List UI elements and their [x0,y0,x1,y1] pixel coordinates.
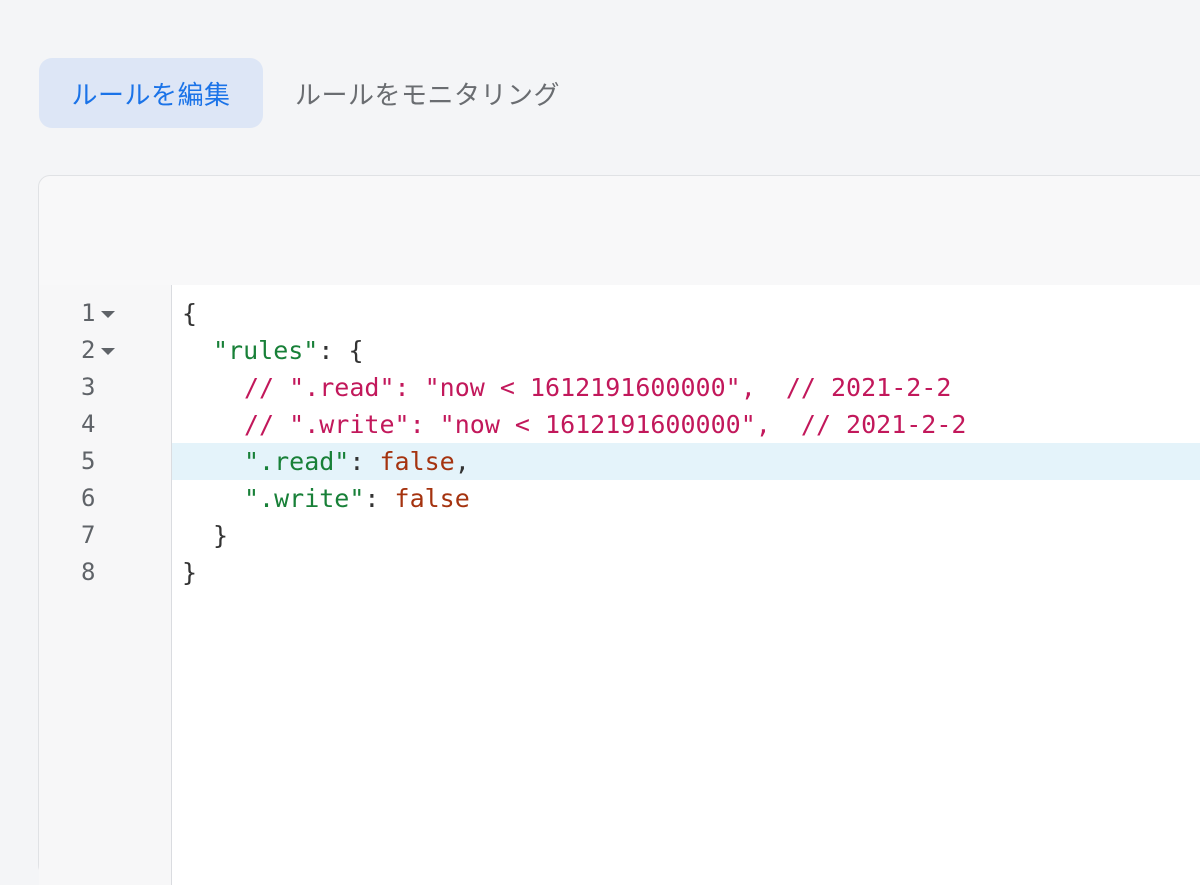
tab-monitor-rules[interactable]: ルールをモニタリング [263,58,592,128]
line-number: 3 [81,369,95,406]
line-number: 7 [81,517,95,554]
code-text-area[interactable]: { "rules": { // ".read": "now < 1612191600… [172,285,1200,885]
code-line-active: ".read": false, [172,443,1200,480]
code-line: { [172,295,1200,332]
code-editor[interactable]: 1 2 3 4 5 6 7 8 { "rules": { // ".read": "now < 1… [39,285,1200,885]
line-number: 2 [81,332,116,369]
code-token-key: ".write" [244,484,365,513]
tab-edit-rules[interactable]: ルールを編集 [39,58,263,128]
line-number-gutter: 1 2 3 4 5 6 7 8 [39,285,172,885]
line-number: 5 [81,443,95,480]
code-line: // ".write": "now < 1612191600000", // 2… [172,406,1200,443]
code-token-key: ".read" [244,447,350,476]
line-number-text: 2 [81,336,96,364]
code-line: } [172,554,1200,591]
code-token-key: "rules" [213,336,319,365]
code-token-comment: // ".write": "now < 1612191600000", // 2… [244,410,967,439]
line-number: 6 [81,480,95,517]
line-number: 1 [81,295,116,332]
code-token-punc: , [454,447,470,476]
line-number-text: 6 [81,484,96,512]
line-number-text: 7 [81,521,96,549]
line-number-text: 8 [81,558,96,586]
code-line: "rules": { [172,332,1200,369]
line-number-text: 1 [81,299,96,327]
code-token-bool: false [394,484,470,513]
line-number-text: 3 [81,373,96,401]
fold-arrow-icon[interactable] [101,348,116,355]
rules-tab-bar: ルールを編集 ルールをモニタリング [39,58,592,128]
code-line: // ".read": "now < 1612191600000", // 20… [172,369,1200,406]
code-token-punc: } [213,521,229,550]
code-line: } [172,517,1200,554]
fold-arrow-icon[interactable] [101,311,116,318]
code-token-bool: false [379,447,455,476]
line-number-text: 5 [81,447,96,475]
code-token-punc: : { [318,336,364,365]
code-token-punc: : [349,447,380,476]
code-token-punc: { [182,299,198,328]
line-number: 4 [81,406,95,443]
code-token-punc: } [182,558,198,587]
code-token-punc: : [364,484,395,513]
rules-editor-card: 1 2 3 4 5 6 7 8 { "rules": { // ".read": "now < 1… [38,175,1200,885]
code-token-comment: // ".read": "now < 1612191600000", // 20… [244,373,952,402]
line-number-text: 4 [81,410,96,438]
code-line: ".write": false [172,480,1200,517]
line-number: 8 [81,554,95,591]
